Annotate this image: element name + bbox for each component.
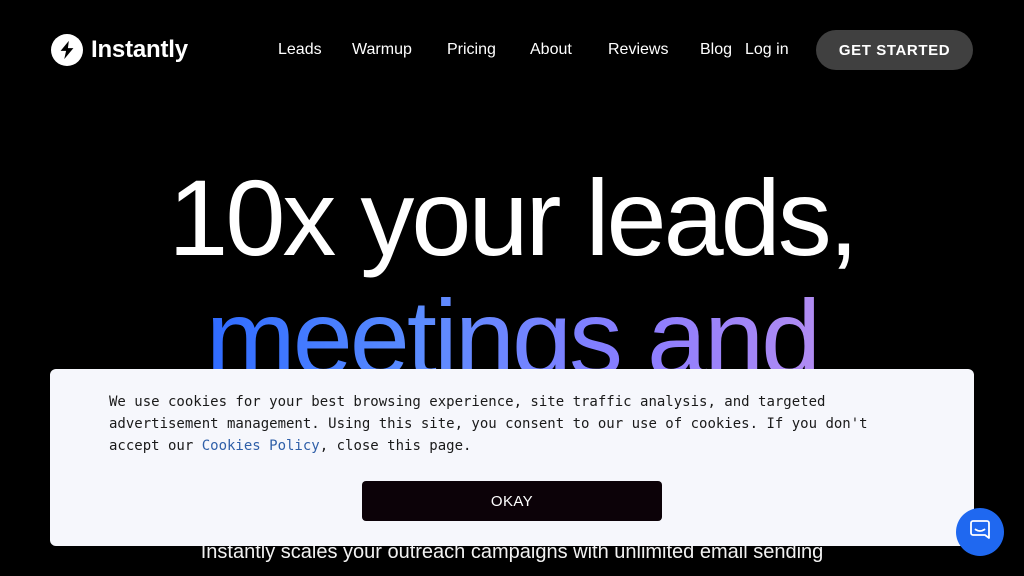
- cookie-okay-button[interactable]: OKAY: [362, 481, 662, 521]
- top-navigation: Instantly Leads Warmup Pricing About Rev…: [0, 0, 1024, 100]
- cookie-banner: We use cookies for your best browsing ex…: [50, 369, 974, 546]
- login-link[interactable]: Log in: [745, 41, 789, 59]
- nav-link-blog[interactable]: Blog: [700, 41, 732, 59]
- brand-name: Instantly: [91, 36, 188, 63]
- cookie-message-text-end: , close this page.: [319, 438, 472, 454]
- brand-logo[interactable]: Instantly: [51, 34, 188, 66]
- nav-link-pricing[interactable]: Pricing: [447, 41, 496, 59]
- nav-link-leads[interactable]: Leads: [278, 41, 322, 59]
- landing-page: Instantly Leads Warmup Pricing About Rev…: [0, 0, 1024, 576]
- chat-bubble-icon: [968, 518, 992, 547]
- nav-link-about[interactable]: About: [530, 41, 572, 59]
- get-started-button[interactable]: GET STARTED: [816, 30, 973, 70]
- nav-link-reviews[interactable]: Reviews: [608, 41, 668, 59]
- cookies-policy-link[interactable]: Cookies Policy: [202, 438, 320, 454]
- bolt-icon: [51, 34, 83, 66]
- cookie-message: We use cookies for your best browsing ex…: [109, 391, 909, 457]
- chat-launcher-button[interactable]: [956, 508, 1004, 556]
- hero-headline-line1: 10x your leads,: [168, 157, 858, 278]
- nav-link-warmup[interactable]: Warmup: [352, 41, 412, 59]
